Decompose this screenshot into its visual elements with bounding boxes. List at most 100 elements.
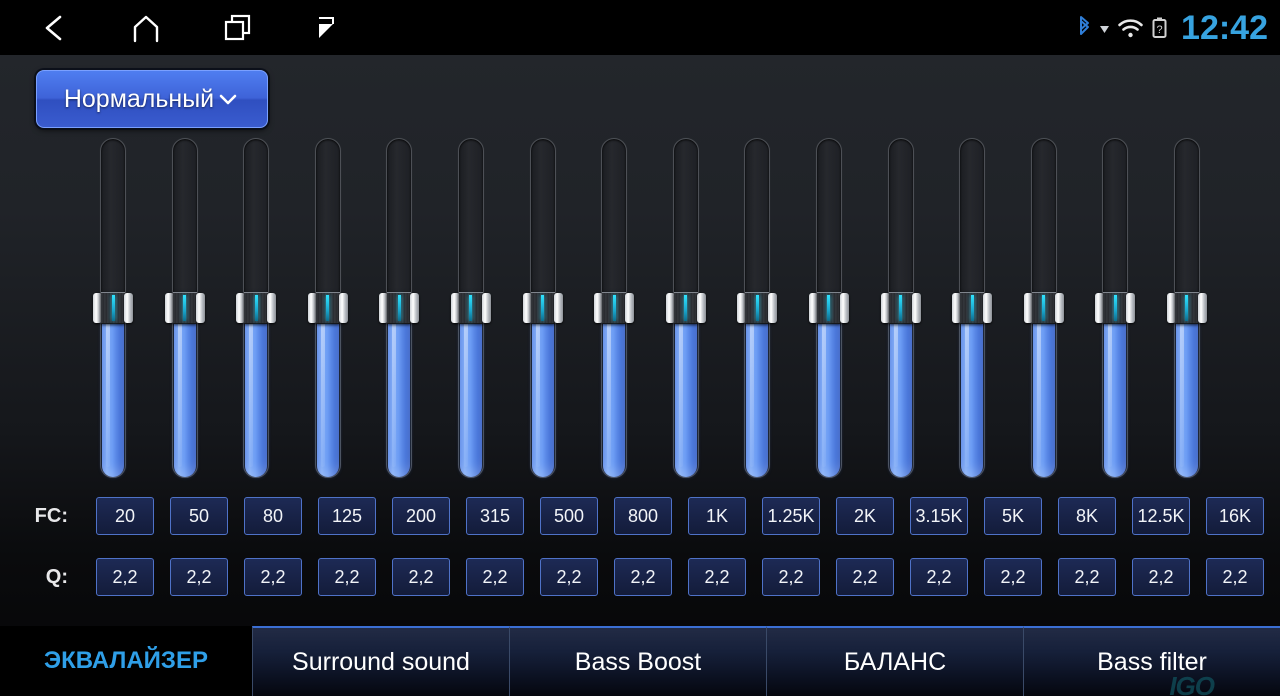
fc-cell[interactable]: 500 xyxy=(540,497,598,535)
thumb-ear-right xyxy=(983,293,993,323)
eq-slider-thumb[interactable] xyxy=(307,292,348,324)
eq-slider-thumb[interactable] xyxy=(450,292,491,324)
q-row: Q: 2,2 2,2 2,2 2,2 2,2 2,2 2,2 2,2 2,2 2,2 2,2 2,2 2… xyxy=(0,557,1280,597)
fc-cell[interactable]: 1.25K xyxy=(762,497,820,535)
fc-cell[interactable]: 800 xyxy=(614,497,672,535)
thumb-body xyxy=(745,292,770,324)
eq-slider[interactable] xyxy=(1095,138,1136,478)
fc-cell[interactable]: 3.15K xyxy=(910,497,968,535)
preset-dropdown-button[interactable]: Нормальный xyxy=(36,70,268,128)
eq-slider[interactable] xyxy=(1023,138,1064,478)
q-cell[interactable]: 2,2 xyxy=(96,558,154,596)
fc-cell[interactable]: 2K xyxy=(836,497,894,535)
status-icons: ? 12:42 xyxy=(1077,0,1268,55)
eq-slider[interactable] xyxy=(236,138,277,478)
thumb-ear-right xyxy=(696,293,706,323)
eq-slider[interactable] xyxy=(379,138,420,478)
tab-баланс[interactable]: БАЛАНС xyxy=(766,626,1023,696)
eq-slider[interactable] xyxy=(307,138,348,478)
svg-text:?: ? xyxy=(1156,24,1162,36)
q-cell[interactable]: 2,2 xyxy=(244,558,302,596)
fc-cell[interactable]: 12.5K xyxy=(1132,497,1190,535)
q-cell[interactable]: 2,2 xyxy=(392,558,450,596)
q-cell[interactable]: 2,2 xyxy=(318,558,376,596)
eq-slider-thumb[interactable] xyxy=(93,292,133,324)
thumb-body xyxy=(1031,292,1056,324)
recent-apps-button[interactable] xyxy=(206,0,270,55)
eq-slider-thumb[interactable] xyxy=(808,292,849,324)
eq-slider[interactable] xyxy=(808,138,849,478)
q-cell[interactable]: 2,2 xyxy=(614,558,672,596)
flag-button[interactable] xyxy=(294,0,358,55)
eq-slider[interactable] xyxy=(665,138,706,478)
home-button[interactable] xyxy=(114,0,178,55)
fc-cell[interactable]: 20 xyxy=(96,497,154,535)
eq-slider-fill xyxy=(459,307,482,477)
eq-slider-fill xyxy=(817,307,840,477)
q-cell[interactable]: 2,2 xyxy=(1132,558,1190,596)
eq-slider[interactable] xyxy=(880,138,921,478)
home-icon xyxy=(133,15,159,42)
q-cell[interactable]: 2,2 xyxy=(1206,558,1264,596)
eq-slider-fill xyxy=(889,307,912,477)
eq-slider-thumb[interactable] xyxy=(952,292,993,324)
eq-slider-thumb[interactable] xyxy=(236,292,277,324)
eq-slider[interactable] xyxy=(522,138,563,478)
fc-cell[interactable]: 80 xyxy=(244,497,302,535)
eq-slider-thumb[interactable] xyxy=(665,292,706,324)
fc-cell[interactable]: 16K xyxy=(1206,497,1264,535)
tab-surround-sound[interactable]: Surround sound xyxy=(252,626,509,696)
q-cell[interactable]: 2,2 xyxy=(910,558,968,596)
eq-slider-thumb[interactable] xyxy=(1166,292,1207,324)
eq-slider-thumb[interactable] xyxy=(737,292,778,324)
thumb-ear-right xyxy=(1197,293,1207,323)
tab-bass-filter[interactable]: Bass filter xyxy=(1023,626,1280,696)
eq-slider-thumb[interactable] xyxy=(379,292,420,324)
eq-slider-thumb[interactable] xyxy=(880,292,921,324)
thumb-body xyxy=(244,292,269,324)
eq-slider[interactable] xyxy=(93,138,133,478)
thumb-body xyxy=(387,292,412,324)
eq-slider-thumb[interactable] xyxy=(164,292,205,324)
q-cell[interactable]: 2,2 xyxy=(466,558,524,596)
thumb-ear-right xyxy=(625,293,635,323)
fc-cell[interactable]: 315 xyxy=(466,497,524,535)
eq-slider-thumb[interactable] xyxy=(594,292,635,324)
q-cell[interactable]: 2,2 xyxy=(984,558,1042,596)
fc-cell[interactable]: 1K xyxy=(688,497,746,535)
tab-bass-boost[interactable]: Bass Boost xyxy=(509,626,766,696)
q-cell[interactable]: 2,2 xyxy=(540,558,598,596)
eq-slider[interactable] xyxy=(450,138,491,478)
preset-label: Нормальный xyxy=(63,84,215,113)
back-icon xyxy=(45,15,62,40)
eq-slider[interactable] xyxy=(737,138,778,478)
q-cell[interactable]: 2,2 xyxy=(836,558,894,596)
eq-slider[interactable] xyxy=(164,138,205,478)
thumb-body xyxy=(816,292,841,324)
fc-cell[interactable]: 50 xyxy=(170,497,228,535)
q-cell[interactable]: 2,2 xyxy=(762,558,820,596)
eq-slider-thumb[interactable] xyxy=(1023,292,1064,324)
q-cell[interactable]: 2,2 xyxy=(688,558,746,596)
thumb-ear-right xyxy=(1126,293,1136,323)
thumb-body xyxy=(960,292,985,324)
watermark-logo: IGO xyxy=(1169,671,1215,696)
eq-slider-fill xyxy=(1104,307,1127,477)
thumb-ear-right xyxy=(195,293,205,323)
eq-slider[interactable] xyxy=(594,138,635,478)
tab-эквалайзер[interactable]: ЭКВАЛАЙЗЕР xyxy=(0,626,252,696)
eq-slider[interactable] xyxy=(952,138,993,478)
thumb-body xyxy=(1103,292,1128,324)
fc-label: FC: xyxy=(34,504,68,527)
thumb-ear-right xyxy=(124,293,133,323)
fc-cell[interactable]: 125 xyxy=(318,497,376,535)
eq-slider-thumb[interactable] xyxy=(522,292,563,324)
fc-cell[interactable]: 5K xyxy=(984,497,1042,535)
q-cell[interactable]: 2,2 xyxy=(1058,558,1116,596)
eq-slider-thumb[interactable] xyxy=(1095,292,1136,324)
back-button[interactable] xyxy=(22,0,86,55)
eq-slider[interactable] xyxy=(1166,138,1207,478)
q-cell[interactable]: 2,2 xyxy=(170,558,228,596)
fc-cell[interactable]: 200 xyxy=(392,497,450,535)
fc-cell[interactable]: 8K xyxy=(1058,497,1116,535)
